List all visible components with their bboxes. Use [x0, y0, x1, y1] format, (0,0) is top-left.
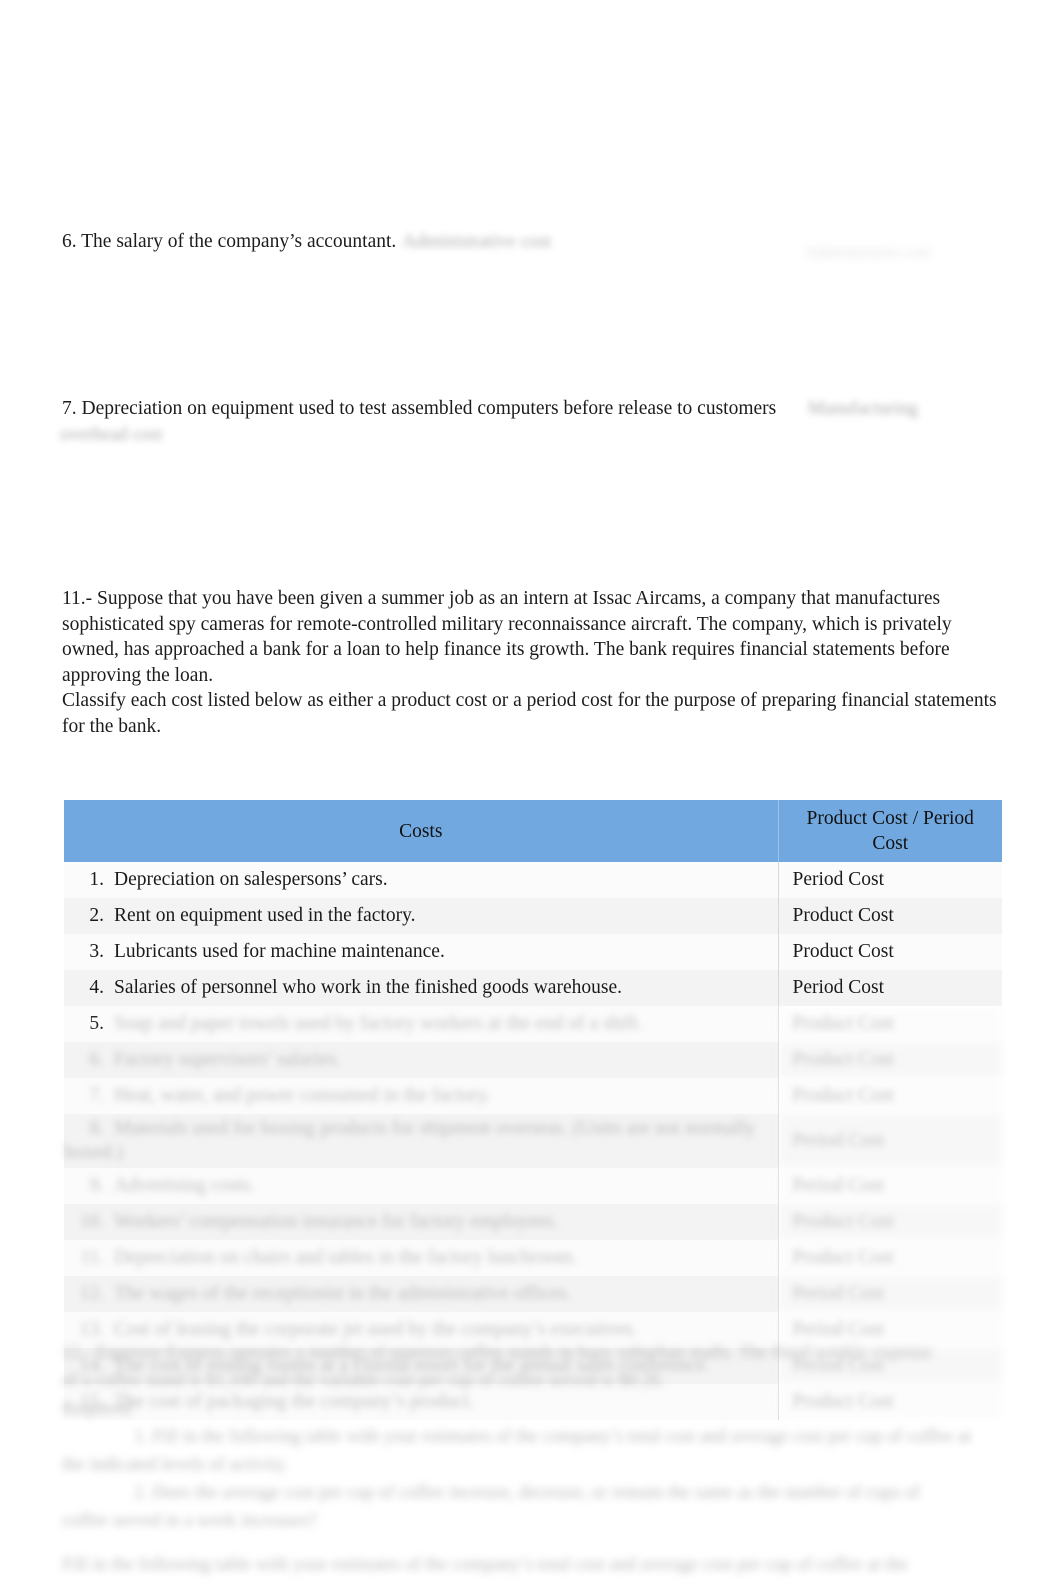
table-cell-cost: 12. The wages of the receptionist in the … — [64, 1276, 779, 1312]
table-cell-cost: 1. Depreciation on salespersons’ cars. — [64, 862, 779, 898]
question-6-answer: Administrative cost — [402, 231, 552, 252]
row-number: 13. — [79, 1319, 104, 1340]
column-header-costs: Costs — [64, 800, 779, 862]
table-row: 10. Workers’ compensation insurance for f… — [64, 1204, 1002, 1240]
row-number: 6. — [89, 1049, 104, 1070]
cost-description: Materials used for boxing products for s… — [64, 1118, 756, 1163]
table-cell-cost: 5. Soap and paper towels used by factory … — [64, 1006, 779, 1042]
question-12-item-2: 2. Does the average cost per cup of coff… — [134, 1483, 921, 1503]
question-7-text: 7. Depreciation on equipment used to tes… — [62, 398, 777, 419]
table-row: 6. Factory supervisors’ salaries. Product … — [64, 1042, 1002, 1078]
question-6-margin-note: Administrative cost — [805, 244, 931, 261]
table-row: 7. Heat, water, and power consumed in the… — [64, 1078, 1002, 1114]
row-number: 11. — [80, 1247, 104, 1268]
cost-description: Cost of leasing the corporate jet used b… — [114, 1319, 638, 1340]
table-cell-cost: 6. Factory supervisors’ salaries. — [64, 1042, 779, 1078]
table-row: 2. Rent on equipment used in the factory.… — [64, 898, 1002, 934]
table-body: 1. Depreciation on salespersons’ cars. Per… — [64, 862, 1002, 1420]
cost-description: Soap and paper towels used by factory wo… — [114, 1013, 643, 1034]
row-number: 2. — [89, 905, 104, 926]
table-row: 11. Depreciation on chairs and tables in … — [64, 1240, 1002, 1276]
cost-description: Salaries of personnel who work in the fi… — [114, 977, 622, 998]
table-cell-classification: Product Cost — [778, 934, 1002, 970]
question-12-required-label: Required: — [62, 1399, 135, 1419]
question-7-answer-continued: overhead cost — [60, 425, 163, 445]
table-cell-classification: Period Cost — [778, 1114, 1002, 1168]
table-cell-cost: 11. Depreciation on chairs and tables in … — [64, 1240, 779, 1276]
table-header-row: Costs Product Cost / Period Cost — [64, 800, 1002, 862]
question-12-line-2: of a coffee stand is $1,100 and the vari… — [62, 1371, 665, 1391]
table-cell-classification: Product Cost — [778, 1240, 1002, 1276]
cost-description: Rent on equipment used in the factory. — [114, 905, 416, 926]
table-cell-classification: Period Cost — [778, 1168, 1002, 1204]
table-row: 1. Depreciation on salespersons’ cars. Per… — [64, 862, 1002, 898]
bottom-question-12-block: 12.- Espresso Express operates a number … — [62, 1340, 1010, 1580]
question-12-line-1: 12.- Espresso Express operates a number … — [62, 1343, 933, 1363]
table-header: Costs Product Cost / Period Cost — [64, 800, 1002, 862]
table-cell-cost: 9. Advertising costs. — [64, 1168, 779, 1204]
table-cell-cost: 8. Materials used for boxing products for… — [64, 1114, 779, 1168]
table-row: 9. Advertising costs. Period Cost — [64, 1168, 1002, 1204]
table-row: 5. Soap and paper towels used by factory … — [64, 1006, 1002, 1042]
cost-description: Depreciation on salespersons’ cars. — [114, 869, 388, 890]
table-cell-classification: Product Cost — [778, 1078, 1002, 1114]
table-row: 3. Lubricants used for machine maintenanc… — [64, 934, 1002, 970]
cost-classification-table: Costs Product Cost / Period Cost 1. Depre… — [64, 800, 1002, 1420]
cost-description: The wages of the receptionist in the adm… — [114, 1283, 572, 1304]
table-cell-classification: Product Cost — [778, 1204, 1002, 1240]
table-cell-cost: 4. Salaries of personnel who work in the … — [64, 970, 779, 1006]
column-header-classification: Product Cost / Period Cost — [778, 800, 1002, 862]
table-cell-classification: Product Cost — [778, 1006, 1002, 1042]
question-11-paragraph-1: 11.- Suppose that you have been given a … — [62, 588, 952, 686]
table-row: 4. Salaries of personnel who work in the … — [64, 970, 1002, 1006]
row-number: 12. — [79, 1283, 104, 1304]
cost-description: Advertising costs. — [114, 1175, 255, 1196]
table-cell-classification: Period Cost — [778, 970, 1002, 1006]
table-cell-classification: Period Cost — [778, 1276, 1002, 1312]
cost-description: Heat, water, and power consumed in the f… — [114, 1085, 491, 1106]
cost-description: Workers’ compensation insurance for fact… — [114, 1211, 559, 1232]
row-number: 1. — [89, 869, 104, 890]
row-number: 9. — [89, 1175, 104, 1196]
row-number: 4. — [89, 977, 104, 998]
cost-description: Lubricants used for machine maintenance. — [114, 941, 445, 962]
cost-description: Depreciation on chairs and tables in the… — [114, 1247, 577, 1268]
table-cell-cost: 10. Workers’ compensation insurance for f… — [64, 1204, 779, 1240]
document-page: 6. The salary of the company’s accountan… — [0, 0, 1062, 1575]
table-cell-cost: 7. Heat, water, and power consumed in the… — [64, 1078, 779, 1114]
question-11-paragraph-2: Classify each cost listed below as eithe… — [62, 690, 997, 737]
table-cell-classification: Period Cost — [778, 862, 1002, 898]
row-number: 5. — [89, 1013, 104, 1034]
table-row: 8. Materials used for boxing products for… — [64, 1114, 1002, 1168]
question-12-repeat-line: Fill in the following table with your es… — [62, 1555, 908, 1575]
row-number: 3. — [89, 941, 104, 962]
question-6-text: 6. The salary of the company’s accountan… — [62, 231, 397, 252]
question-12-item-1-continued: the indicated levels of activity. — [62, 1455, 289, 1475]
table-cell-classification: Product Cost — [778, 1042, 1002, 1078]
table-cell-classification: Product Cost — [778, 898, 1002, 934]
question-11-block: 11.- Suppose that you have been given a … — [62, 586, 1007, 740]
row-number: 10. — [79, 1211, 104, 1232]
row-number: 8. — [89, 1118, 104, 1139]
question-12-item-2-continued: coffee served in a week increases? — [62, 1511, 317, 1531]
question-12-item-1: 1. Fill in the following table with your… — [134, 1427, 972, 1447]
table-cell-cost: 2. Rent on equipment used in the factory. — [64, 898, 779, 934]
table-row: 12. The wages of the receptionist in the … — [64, 1276, 1002, 1312]
table-cell-cost: 3. Lubricants used for machine maintenanc… — [64, 934, 779, 970]
question-7-answer: Manufacturing — [808, 399, 918, 419]
cost-description: Factory supervisors’ salaries. — [114, 1049, 341, 1070]
row-number: 7. — [89, 1085, 104, 1106]
